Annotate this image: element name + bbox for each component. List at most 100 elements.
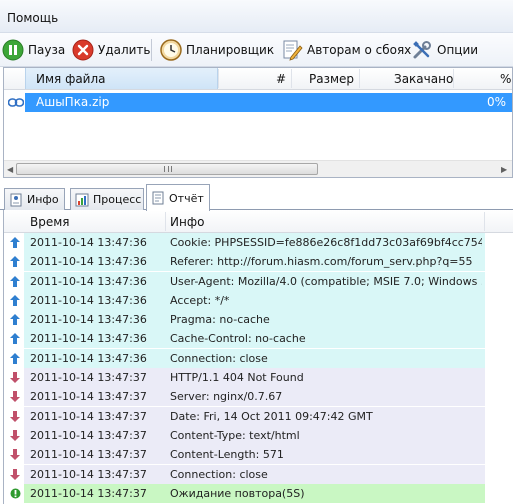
pause-button[interactable]: Пауза — [2, 37, 65, 63]
report-row[interactable]: 2011-10-14 13:47:37 Date: Fri, 14 Oct 201… — [4, 406, 513, 426]
file-percent: 0% — [486, 95, 506, 109]
report-time: 2011-10-14 13:47:36 — [30, 293, 147, 307]
report-time: 2011-10-14 13:47:37 — [30, 448, 147, 462]
report-time: 2011-10-14 13:47:37 — [30, 371, 147, 385]
options-button[interactable]: Опции — [411, 37, 478, 63]
column-size[interactable]: Размер — [309, 72, 354, 86]
report-list: Время Инфо 2011-10-14 13:47:36 Cookie: PH… — [3, 210, 513, 504]
column-separator — [165, 212, 166, 231]
tab-process-label: Процесс — [93, 193, 142, 206]
menu-bar: Помощь — [0, 0, 513, 33]
tab-info[interactable]: Инфо — [4, 188, 65, 210]
chart-icon — [75, 193, 89, 207]
column-separator — [291, 69, 292, 88]
link-icon — [7, 97, 25, 108]
report-time: 2011-10-14 13:47:36 — [30, 313, 147, 327]
arrow-down-icon — [10, 372, 20, 384]
arrow-up-icon — [10, 256, 20, 268]
column-separator — [453, 69, 454, 88]
report-row[interactable]: 2011-10-14 13:47:36 Pragma: no-cache — [4, 310, 513, 330]
report-row[interactable]: 2011-10-14 13:47:37 Content-Type: text/ht… — [4, 425, 513, 445]
column-time[interactable]: Время — [30, 215, 70, 229]
scroll-left-arrow-icon[interactable]: ◀ — [7, 165, 13, 174]
column-downloaded[interactable]: Закачано — [394, 72, 453, 86]
report-row[interactable]: 2011-10-14 13:47:36 Referer: http://forum… — [4, 252, 513, 272]
report-info: Cookie: PHPSESSID=fe886e26c8f1dd73c03af6… — [170, 236, 482, 249]
report-info: HTTP/1.1 404 Not Found — [170, 371, 304, 385]
report-info: Ожидание повтора(5S) — [170, 486, 305, 500]
report-time: 2011-10-14 13:47:36 — [30, 236, 147, 249]
details-tabs: Инфо Процесс Отчёт — [0, 182, 513, 211]
column-percent[interactable]: % — [500, 72, 511, 86]
scrollbar-thumb[interactable] — [16, 163, 318, 175]
column-separator — [359, 69, 360, 88]
tab-report[interactable]: Отчёт — [146, 184, 210, 211]
column-file-name[interactable]: Имя файла — [36, 72, 106, 86]
clock-icon — [160, 39, 182, 61]
report-document-icon — [151, 191, 165, 205]
report-row[interactable]: 2011-10-14 13:47:36 Connection: close — [4, 348, 513, 368]
report-info: Pragma: no-cache — [170, 313, 270, 327]
report-time: 2011-10-14 13:47:36 — [30, 351, 147, 365]
report-bug-button[interactable]: Авторам о сбоях — [281, 37, 411, 63]
scrollbar-grip-icon — [164, 166, 172, 172]
report-row[interactable]: 2011-10-14 13:47:37 Server: nginx/0.7.67 — [4, 387, 513, 407]
report-info: Cache-Control: no-cache — [170, 332, 306, 346]
horizontal-scrollbar[interactable]: ◀ ▶ — [4, 160, 512, 177]
scroll-right-arrow-icon[interactable]: ▶ — [501, 165, 507, 174]
edit-document-icon — [281, 39, 303, 61]
delete-label: Удалить — [98, 43, 151, 57]
arrow-down-icon — [10, 449, 20, 461]
report-row[interactable]: 2011-10-14 13:47:36 Accept: */* — [4, 290, 513, 310]
report-row[interactable]: 2011-10-14 13:47:36 Cache-Control: no-cac… — [4, 329, 513, 349]
scheduler-label: Планировщик — [186, 43, 275, 57]
report-row[interactable]: 2011-10-14 13:47:37 Content-Length: 571 — [4, 445, 513, 465]
report-row[interactable]: 2011-10-14 13:47:36 Cookie: PHPSESSID=fe8… — [4, 233, 513, 252]
pause-icon — [2, 39, 24, 61]
report-time: 2011-10-14 13:47:36 — [30, 255, 147, 269]
report-time: 2011-10-14 13:47:37 — [30, 390, 147, 404]
file-name: АшыПка.zip — [36, 95, 110, 109]
arrow-up-icon — [10, 314, 20, 326]
report-row[interactable]: 2011-10-14 13:47:36 User-Agent: Mozilla/4… — [4, 271, 513, 291]
delete-icon — [72, 39, 94, 61]
arrow-up-icon — [10, 333, 20, 345]
tools-icon — [411, 39, 433, 61]
arrow-down-icon — [10, 410, 20, 422]
file-list: Имя файла # Размер Закачано % АшыПка.zip… — [3, 67, 513, 178]
report-time: 2011-10-14 13:47:37 — [30, 409, 147, 423]
report-time: 2011-10-14 13:47:36 — [30, 332, 147, 346]
report-info: Accept: */* — [170, 293, 230, 307]
report-row[interactable]: 2011-10-14 13:47:37 Ожидание повтора(5S) — [4, 483, 513, 503]
report-info: Connection: close — [170, 351, 268, 365]
report-time: 2011-10-14 13:47:36 — [30, 274, 147, 288]
arrow-down-icon — [10, 468, 20, 480]
file-list-header: Имя файла # Размер Закачано % — [4, 68, 512, 90]
column-info[interactable]: Инфо — [170, 215, 204, 229]
report-row[interactable]: 2011-10-14 13:47:37 HTTP/1.1 404 Not Foun… — [4, 368, 513, 388]
toolbar: Пауза Удалить Планировщик Авторам о сбоя… — [0, 33, 513, 67]
menu-help[interactable]: Помощь — [7, 11, 58, 25]
report-info: Content-Length: 571 — [170, 448, 284, 462]
column-number[interactable]: # — [276, 72, 286, 86]
toolbar-separator — [151, 39, 152, 61]
arrow-up-icon — [10, 294, 20, 306]
options-label: Опции — [437, 43, 479, 57]
report-info: Connection: close — [170, 467, 268, 481]
arrow-down-icon — [10, 391, 20, 403]
report-header: Время Инфо — [4, 210, 513, 233]
scheduler-button[interactable]: Планировщик — [160, 37, 274, 63]
status-info-icon — [10, 488, 21, 499]
pause-label: Пауза — [28, 43, 66, 57]
file-row[interactable]: АшыПка.zip 0% — [4, 93, 512, 112]
tab-process[interactable]: Процесс — [70, 188, 144, 210]
report-bug-label: Авторам о сбоях — [307, 43, 412, 57]
column-separator — [484, 212, 485, 231]
info-document-icon — [9, 193, 23, 207]
arrow-up-icon — [10, 237, 20, 248]
report-info: Date: Fri, 14 Oct 2011 09:47:42 GMT — [170, 409, 373, 423]
delete-button[interactable]: Удалить — [72, 37, 151, 63]
report-row[interactable]: 2011-10-14 13:47:37 Connection: close — [4, 464, 513, 484]
tab-report-label: Отчёт — [169, 191, 204, 205]
arrow-down-icon — [10, 429, 20, 441]
